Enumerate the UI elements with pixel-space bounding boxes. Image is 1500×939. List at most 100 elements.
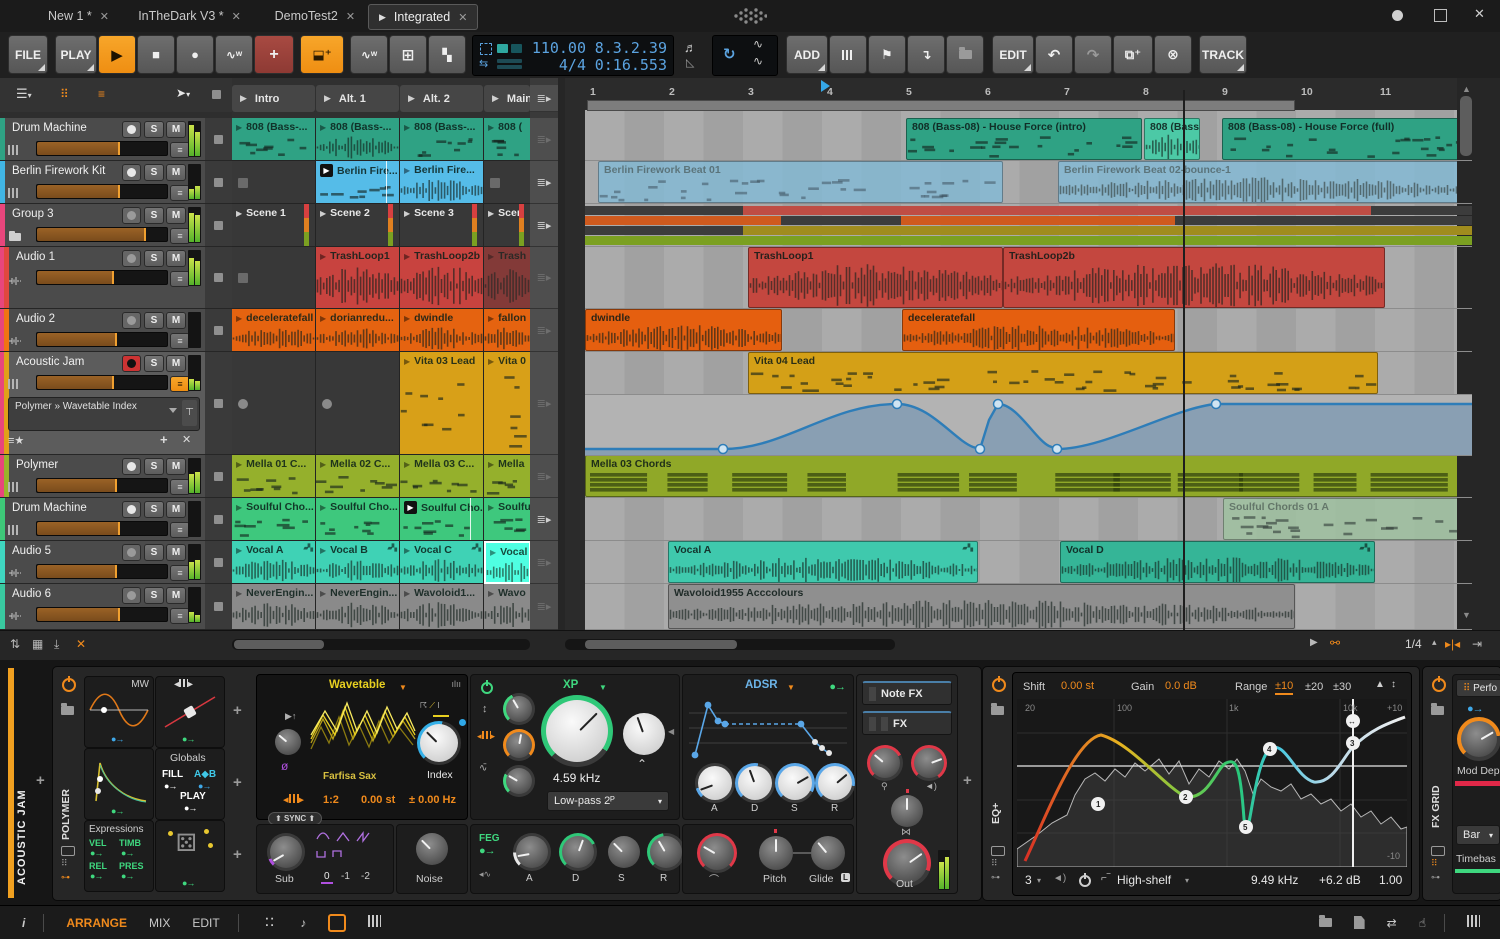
clip-slot[interactable]: ▶ TrashLoop2b bbox=[400, 247, 484, 309]
clip-slot[interactable]: ▶ fallon bbox=[484, 309, 530, 352]
track-name[interactable]: Audio 5 bbox=[12, 545, 51, 557]
punch-in-button[interactable]: ⚑ bbox=[868, 35, 906, 74]
arrange-view-button[interactable]: ARRANGE bbox=[66, 916, 127, 930]
scroll-up-arrow[interactable]: ▲ bbox=[1462, 84, 1471, 94]
record-arm-button[interactable] bbox=[122, 458, 141, 475]
filter-keyamt-knob[interactable] bbox=[506, 732, 532, 758]
polymer-power-icon[interactable] bbox=[62, 678, 76, 697]
clip-slot[interactable]: ▶ Trash bbox=[484, 247, 530, 309]
sub-osc-panel[interactable]: Sub 0 -1 -2 bbox=[256, 824, 394, 894]
track-name[interactable]: Drum Machine bbox=[12, 122, 87, 134]
track-name[interactable]: Audio 1 bbox=[16, 251, 55, 263]
record-arm-button[interactable] bbox=[122, 501, 141, 518]
polymer-mod-routing-icon[interactable]: ⊶ bbox=[61, 872, 70, 883]
track-name[interactable]: Acoustic Jam bbox=[16, 356, 84, 368]
clip-slot[interactable]: ▶ Mella bbox=[484, 455, 530, 498]
loop-cell[interactable]: ↻ ∿ ∿ bbox=[712, 35, 778, 76]
clip-slot[interactable]: ▶ Scene 2 bbox=[316, 204, 400, 247]
track-header[interactable]: Audio 1 S M ≡ bbox=[0, 247, 205, 309]
selected-track-label[interactable]: ACOUSTIC JAM bbox=[16, 685, 28, 885]
automation-point[interactable] bbox=[1210, 398, 1222, 410]
browser-button[interactable] bbox=[946, 35, 984, 74]
clip-slot[interactable]: ▶ Vita 03 Lead bbox=[400, 352, 484, 455]
track-header[interactable]: Audio 2 S M ≡ bbox=[0, 309, 205, 352]
stop-all-square[interactable] bbox=[212, 90, 221, 99]
performer-header[interactable]: ⠿ Perfo bbox=[1456, 679, 1500, 697]
fxgrid-power-icon[interactable] bbox=[1432, 678, 1446, 697]
record-arm-button[interactable] bbox=[122, 544, 141, 561]
tab-close-icon[interactable]: ✕ bbox=[100, 10, 109, 23]
fxgrid-grid-icon[interactable]: ⠿ bbox=[1431, 858, 1438, 869]
fxgrid-performer-panel[interactable]: ⠿ Perfo ●→ Mod Dep Bar ▾ Timebas bbox=[1452, 674, 1500, 894]
sub-oct-m1[interactable]: -1 bbox=[341, 871, 350, 882]
clip-slot[interactable]: ▶ Vocal A ▰▚ bbox=[232, 541, 316, 584]
mute-button[interactable]: M bbox=[166, 355, 186, 372]
solo-button[interactable]: S bbox=[144, 312, 164, 329]
env-r-knob[interactable] bbox=[818, 766, 852, 800]
globals-ab-arrow-icon[interactable]: ●→ bbox=[198, 781, 211, 791]
delete-button[interactable]: ⊗ bbox=[1154, 35, 1192, 74]
track-name[interactable]: Group 3 bbox=[12, 208, 54, 220]
track-menu-button[interactable]: ≡ bbox=[170, 565, 190, 581]
clear-selection-icon[interactable]: ✕ bbox=[76, 637, 86, 651]
clip-slot[interactable]: ▶ Berlin Fire... bbox=[316, 161, 400, 204]
clip-slot[interactable]: ▶ 808 (Bass-... bbox=[400, 118, 484, 161]
launcher-column-header[interactable]: ▶ Intro bbox=[232, 85, 315, 112]
row-stop-button[interactable]: ≣▸ bbox=[530, 247, 558, 309]
clip-slot[interactable]: ▶ Wavo bbox=[484, 584, 530, 630]
globals-play-arrow-icon[interactable]: ●→ bbox=[184, 803, 197, 813]
track-menu-button[interactable]: ≡ bbox=[170, 228, 190, 244]
track-header[interactable]: Audio 5 S M ≡ bbox=[0, 541, 205, 584]
mod-expressions[interactable]: Expressions VEL TIMB ●→ ●→ REL PRES ●→ ●… bbox=[84, 820, 154, 892]
clip-slot[interactable]: ▶ Scene 1 bbox=[232, 204, 316, 247]
song-position[interactable]: 8.3.2.39 bbox=[591, 39, 667, 57]
io-panel-icon[interactable]: ⇄ bbox=[1387, 916, 1397, 930]
row-stop-button[interactable]: ≣▸ bbox=[530, 352, 558, 455]
tab-close-icon[interactable]: ✕ bbox=[346, 10, 355, 23]
project-panel-icon[interactable] bbox=[1353, 916, 1365, 929]
osc-phase-rand-icon[interactable]: ø bbox=[281, 759, 288, 773]
grid-resolution-caret[interactable]: ▴ bbox=[1432, 637, 1437, 648]
mod-arrow-green-icon[interactable]: ●→ bbox=[182, 734, 195, 744]
polymer-preset-icon[interactable] bbox=[61, 702, 74, 720]
env-type-label[interactable]: ADSR bbox=[745, 679, 778, 691]
globals-fill-arrow-icon[interactable]: ●→ bbox=[164, 781, 177, 791]
osc-keytrack-icons[interactable]: ☈ ⟋ I bbox=[420, 701, 439, 711]
xp-filter-panel[interactable]: XP ▼ ↕ ◂ ▸ ∿̄ 4.59 kHz ◀ ⌃ Low-pass 2ᴾ ▾ bbox=[470, 674, 680, 820]
cutoff-value[interactable]: 4.59 kHz bbox=[553, 771, 600, 785]
eq-mode-caret[interactable]: ▾ bbox=[1185, 876, 1189, 885]
filter-env-amt-icon[interactable]: ↕ bbox=[482, 703, 488, 715]
dice-arrow-icon[interactable]: ●→ bbox=[182, 878, 195, 888]
song-time[interactable]: 0:16.553 bbox=[591, 56, 667, 74]
pointer-tool-icon[interactable]: ➤▾ bbox=[176, 86, 190, 100]
automation-editor-icon[interactable]: ⠨⠅ bbox=[261, 916, 279, 930]
osc-unison-icon[interactable]: ◂ ▸ bbox=[283, 793, 304, 806]
eq-range-20[interactable]: ±20 bbox=[1305, 681, 1323, 693]
eq-band-count[interactable]: 3 bbox=[1025, 873, 1032, 887]
track-menu-button[interactable]: ≡ bbox=[170, 479, 190, 495]
arranger-automation-icon[interactable]: ∿ bbox=[753, 37, 763, 51]
expr-pres-arrow[interactable]: ●→ bbox=[121, 871, 134, 881]
play-button[interactable]: ▶ bbox=[98, 35, 136, 74]
project-tab[interactable]: ▶ Integrated ✕ bbox=[368, 4, 479, 30]
track-header[interactable]: Group 3 S M ≡ bbox=[0, 204, 205, 247]
track-stop-clips-button[interactable] bbox=[205, 584, 232, 630]
automation-pin-button[interactable]: ⊤ bbox=[182, 400, 197, 426]
eq-shift-value[interactable]: 0.00 st bbox=[1061, 680, 1094, 692]
filter-type-caret[interactable]: ▼ bbox=[599, 683, 607, 692]
record-arm-button[interactable] bbox=[122, 207, 141, 224]
volume-fader[interactable] bbox=[36, 375, 168, 390]
volume-fader[interactable] bbox=[36, 270, 168, 285]
eq-band-freq[interactable]: 9.49 kHz bbox=[1251, 873, 1298, 887]
noise-knob[interactable] bbox=[416, 833, 448, 865]
expr-pres[interactable]: PRES bbox=[119, 861, 144, 871]
tab-close-icon[interactable]: ✕ bbox=[232, 10, 241, 23]
env-d-knob[interactable] bbox=[738, 766, 772, 800]
record-arm-button[interactable] bbox=[122, 250, 141, 267]
solo-button[interactable]: S bbox=[144, 121, 164, 138]
track-menu-button[interactable]: ≡ bbox=[170, 333, 190, 349]
eq-band-power-icon[interactable] bbox=[1079, 874, 1091, 892]
osc-freq-value[interactable]: ± 0.00 Hz bbox=[409, 794, 456, 806]
automation-point[interactable] bbox=[974, 443, 986, 455]
solo-button[interactable]: S bbox=[144, 501, 164, 518]
